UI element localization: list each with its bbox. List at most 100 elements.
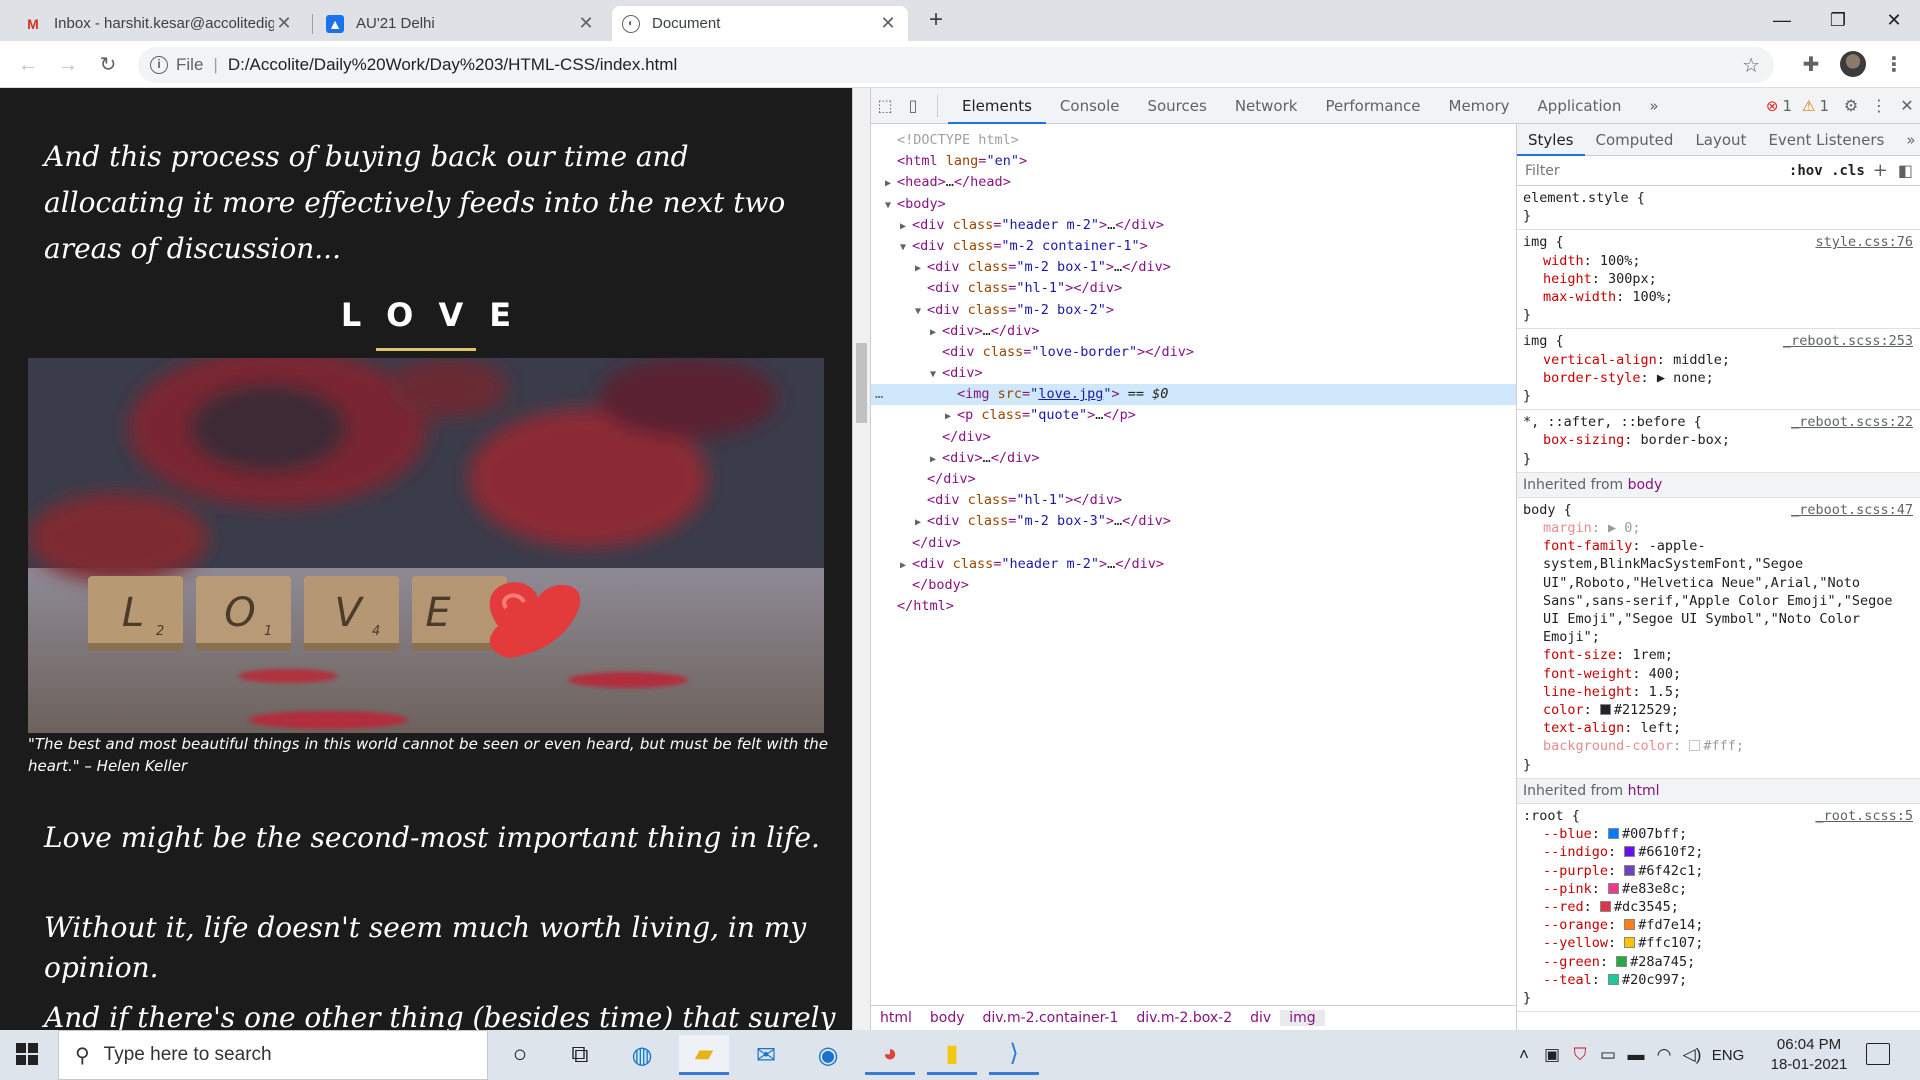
address-bar[interactable]: i File | D:/Accolite/Daily%20Work/Day%20… <box>138 47 1774 83</box>
mail-icon[interactable]: ✉ <box>741 1035 791 1075</box>
style-rule[interactable]: img {style.css:76 width: 100%; height: 300… <box>1517 230 1920 330</box>
dell-icon[interactable]: ◉ <box>803 1035 853 1075</box>
expand-toggle-icon[interactable]: ▼ <box>915 301 927 322</box>
breadcrumb-item[interactable]: body <box>921 1010 974 1026</box>
battery-icon[interactable]: ▬ <box>1622 1045 1650 1065</box>
css-declaration[interactable]: line-height: 1.5; <box>1523 683 1915 701</box>
notifications-icon[interactable] <box>1866 1043 1890 1065</box>
color-swatch[interactable] <box>1608 828 1620 840</box>
css-declaration[interactable]: max-width: 100%; <box>1523 288 1915 306</box>
css-declaration[interactable]: background-color: #fff; <box>1523 737 1915 755</box>
dom-node[interactable]: ▶ <div class="header m-2">…</div> <box>871 215 1516 236</box>
tab-styles[interactable]: Styles <box>1517 124 1585 156</box>
tab-event-listeners[interactable]: Event Listeners <box>1757 124 1895 156</box>
devtools-menu-icon[interactable]: ⋮ <box>1865 96 1893 115</box>
page-scrollbar[interactable] <box>853 88 871 1030</box>
expand-toggle-icon[interactable]: ▼ <box>900 237 912 258</box>
css-declaration[interactable]: --blue: #007bff; <box>1523 825 1915 843</box>
dom-node[interactable]: </div> <box>871 427 1516 448</box>
expand-toggle-icon[interactable]: ▶ <box>930 449 942 470</box>
tab-layout[interactable]: Layout <box>1684 124 1757 156</box>
windows-start-icon[interactable] <box>16 1043 38 1065</box>
style-rule[interactable]: img {_reboot.scss:253 vertical-align: mid… <box>1517 329 1920 411</box>
inherited-tag[interactable]: body <box>1628 477 1663 493</box>
css-declaration[interactable]: width: 100%; <box>1523 252 1915 270</box>
profile-avatar[interactable] <box>1840 51 1866 77</box>
color-swatch[interactable] <box>1624 846 1636 858</box>
dom-node-selected[interactable]: … <img src="love.jpg"> == $0 <box>871 384 1516 406</box>
chrome-icon[interactable]: ◕ <box>865 1035 915 1075</box>
css-declaration[interactable]: --yellow: #ffc107; <box>1523 934 1915 952</box>
dom-node[interactable]: <div class="hl-1"></div> <box>871 490 1516 511</box>
close-window-button[interactable]: ✕ <box>1866 0 1920 41</box>
rule-source-link[interactable]: _reboot.scss:253 <box>1783 332 1913 350</box>
expand-toggle-icon[interactable]: ▶ <box>900 216 912 237</box>
expand-toggle-icon[interactable]: ▶ <box>915 512 927 533</box>
expand-toggle-icon[interactable]: ▶ <box>915 258 927 279</box>
show-hidden-icons-icon[interactable]: ˄ <box>1510 1045 1538 1065</box>
expand-toggle-icon[interactable]: ▶ <box>900 555 912 576</box>
display-icon[interactable]: ▭ <box>1594 1045 1622 1065</box>
expand-toggle-icon[interactable]: ▼ <box>930 364 942 385</box>
breadcrumb-item[interactable]: img <box>1280 1010 1325 1026</box>
toggle-sidebar-icon[interactable]: ◧ <box>1898 161 1920 180</box>
dom-node[interactable]: ▶ <div class="header m-2">…</div> <box>871 554 1516 575</box>
reload-button[interactable]: ↻ <box>94 51 122 79</box>
color-swatch[interactable] <box>1689 740 1701 752</box>
rule-source-link[interactable]: style.css:76 <box>1815 233 1913 251</box>
color-swatch[interactable] <box>1624 919 1636 931</box>
dom-node[interactable]: ▶ <p class="quote">…</p> <box>871 405 1516 426</box>
css-declaration[interactable]: text-align: left; <box>1523 719 1915 737</box>
dom-node[interactable]: ▶ <div>…</div> <box>871 321 1516 342</box>
expand-toggle-icon[interactable]: ▼ <box>885 195 897 216</box>
back-button[interactable]: ← <box>14 51 42 79</box>
taskbar-search-box[interactable]: ⚲ Type here to search <box>58 1030 488 1080</box>
tab-sources[interactable]: Sources <box>1133 88 1220 124</box>
bookmark-star-icon[interactable]: ☆ <box>1742 53 1760 78</box>
dom-node[interactable]: ▶ <div>…</div> <box>871 448 1516 469</box>
node-actions-icon[interactable]: … <box>875 384 883 405</box>
dom-node[interactable]: <!DOCTYPE html> <box>871 130 1516 151</box>
dom-node[interactable]: ▶ <div class="m-2 box-1">…</div> <box>871 257 1516 278</box>
dom-node[interactable]: ▼ <div class="m-2 container-1"> <box>871 236 1516 257</box>
more-panes-button[interactable]: » <box>1895 124 1920 156</box>
css-declaration[interactable]: --red: #dc3545; <box>1523 898 1915 916</box>
new-style-rule-icon[interactable]: + <box>1873 160 1898 181</box>
more-tabs-button[interactable]: » <box>1635 88 1672 124</box>
rule-source-link[interactable]: _root.scss:5 <box>1815 807 1913 825</box>
breadcrumb-item[interactable]: div.m-2.box-2 <box>1127 1010 1241 1026</box>
styles-filter-input[interactable] <box>1525 162 1725 179</box>
wifi-icon[interactable]: ◠ <box>1650 1045 1678 1065</box>
vscode-icon[interactable]: ⟩ <box>989 1035 1039 1075</box>
hov-cls-toggle[interactable]: :hov .cls <box>1789 163 1873 179</box>
task-view-icon[interactable]: ⧉ <box>555 1035 605 1075</box>
expand-toggle-icon[interactable]: ▶ <box>885 173 897 194</box>
tab-au21-delhi[interactable]: ▲ AU'21 Delhi ✕ <box>316 6 606 41</box>
css-declaration[interactable]: margin: ▶ 0; <box>1523 519 1915 537</box>
volume-icon[interactable]: ◁) <box>1678 1045 1706 1065</box>
color-swatch[interactable] <box>1608 973 1620 985</box>
css-declaration[interactable]: font-weight: 400; <box>1523 665 1915 683</box>
css-declaration[interactable]: --indigo: #6610f2; <box>1523 843 1915 861</box>
info-icon[interactable]: i <box>150 56 168 74</box>
dom-node[interactable]: ▶ <div class="m-2 box-3">…</div> <box>871 511 1516 532</box>
dom-node[interactable]: ▼ <div> <box>871 363 1516 384</box>
dom-node[interactable]: </html> <box>871 596 1516 617</box>
dom-node[interactable]: </div> <box>871 533 1516 554</box>
tab-elements[interactable]: Elements <box>948 88 1046 124</box>
expand-toggle-icon[interactable]: ▶ <box>945 406 957 427</box>
css-declaration[interactable]: --green: #28a745; <box>1523 953 1915 971</box>
css-declaration[interactable]: vertical-align: middle; <box>1523 351 1915 369</box>
rule-source-link[interactable]: _reboot.scss:22 <box>1791 413 1913 431</box>
css-declaration[interactable]: font-size: 1rem; <box>1523 646 1915 664</box>
issues-counter[interactable]: ⊗ 1 ⚠ 1 <box>1766 97 1837 115</box>
dom-node[interactable]: ▶ <head>…</head> <box>871 172 1516 193</box>
inherited-tag[interactable]: html <box>1628 783 1660 799</box>
dom-node[interactable]: </div> <box>871 469 1516 490</box>
dom-node[interactable]: <div class="love-border"></div> <box>871 342 1516 363</box>
color-swatch[interactable] <box>1616 955 1628 967</box>
close-tab-icon[interactable]: ✕ <box>878 13 898 34</box>
inspect-element-icon[interactable]: ⬚ <box>871 96 899 115</box>
tab-document[interactable]: ◐ Document ✕ <box>612 6 908 41</box>
color-swatch[interactable] <box>1608 882 1620 894</box>
